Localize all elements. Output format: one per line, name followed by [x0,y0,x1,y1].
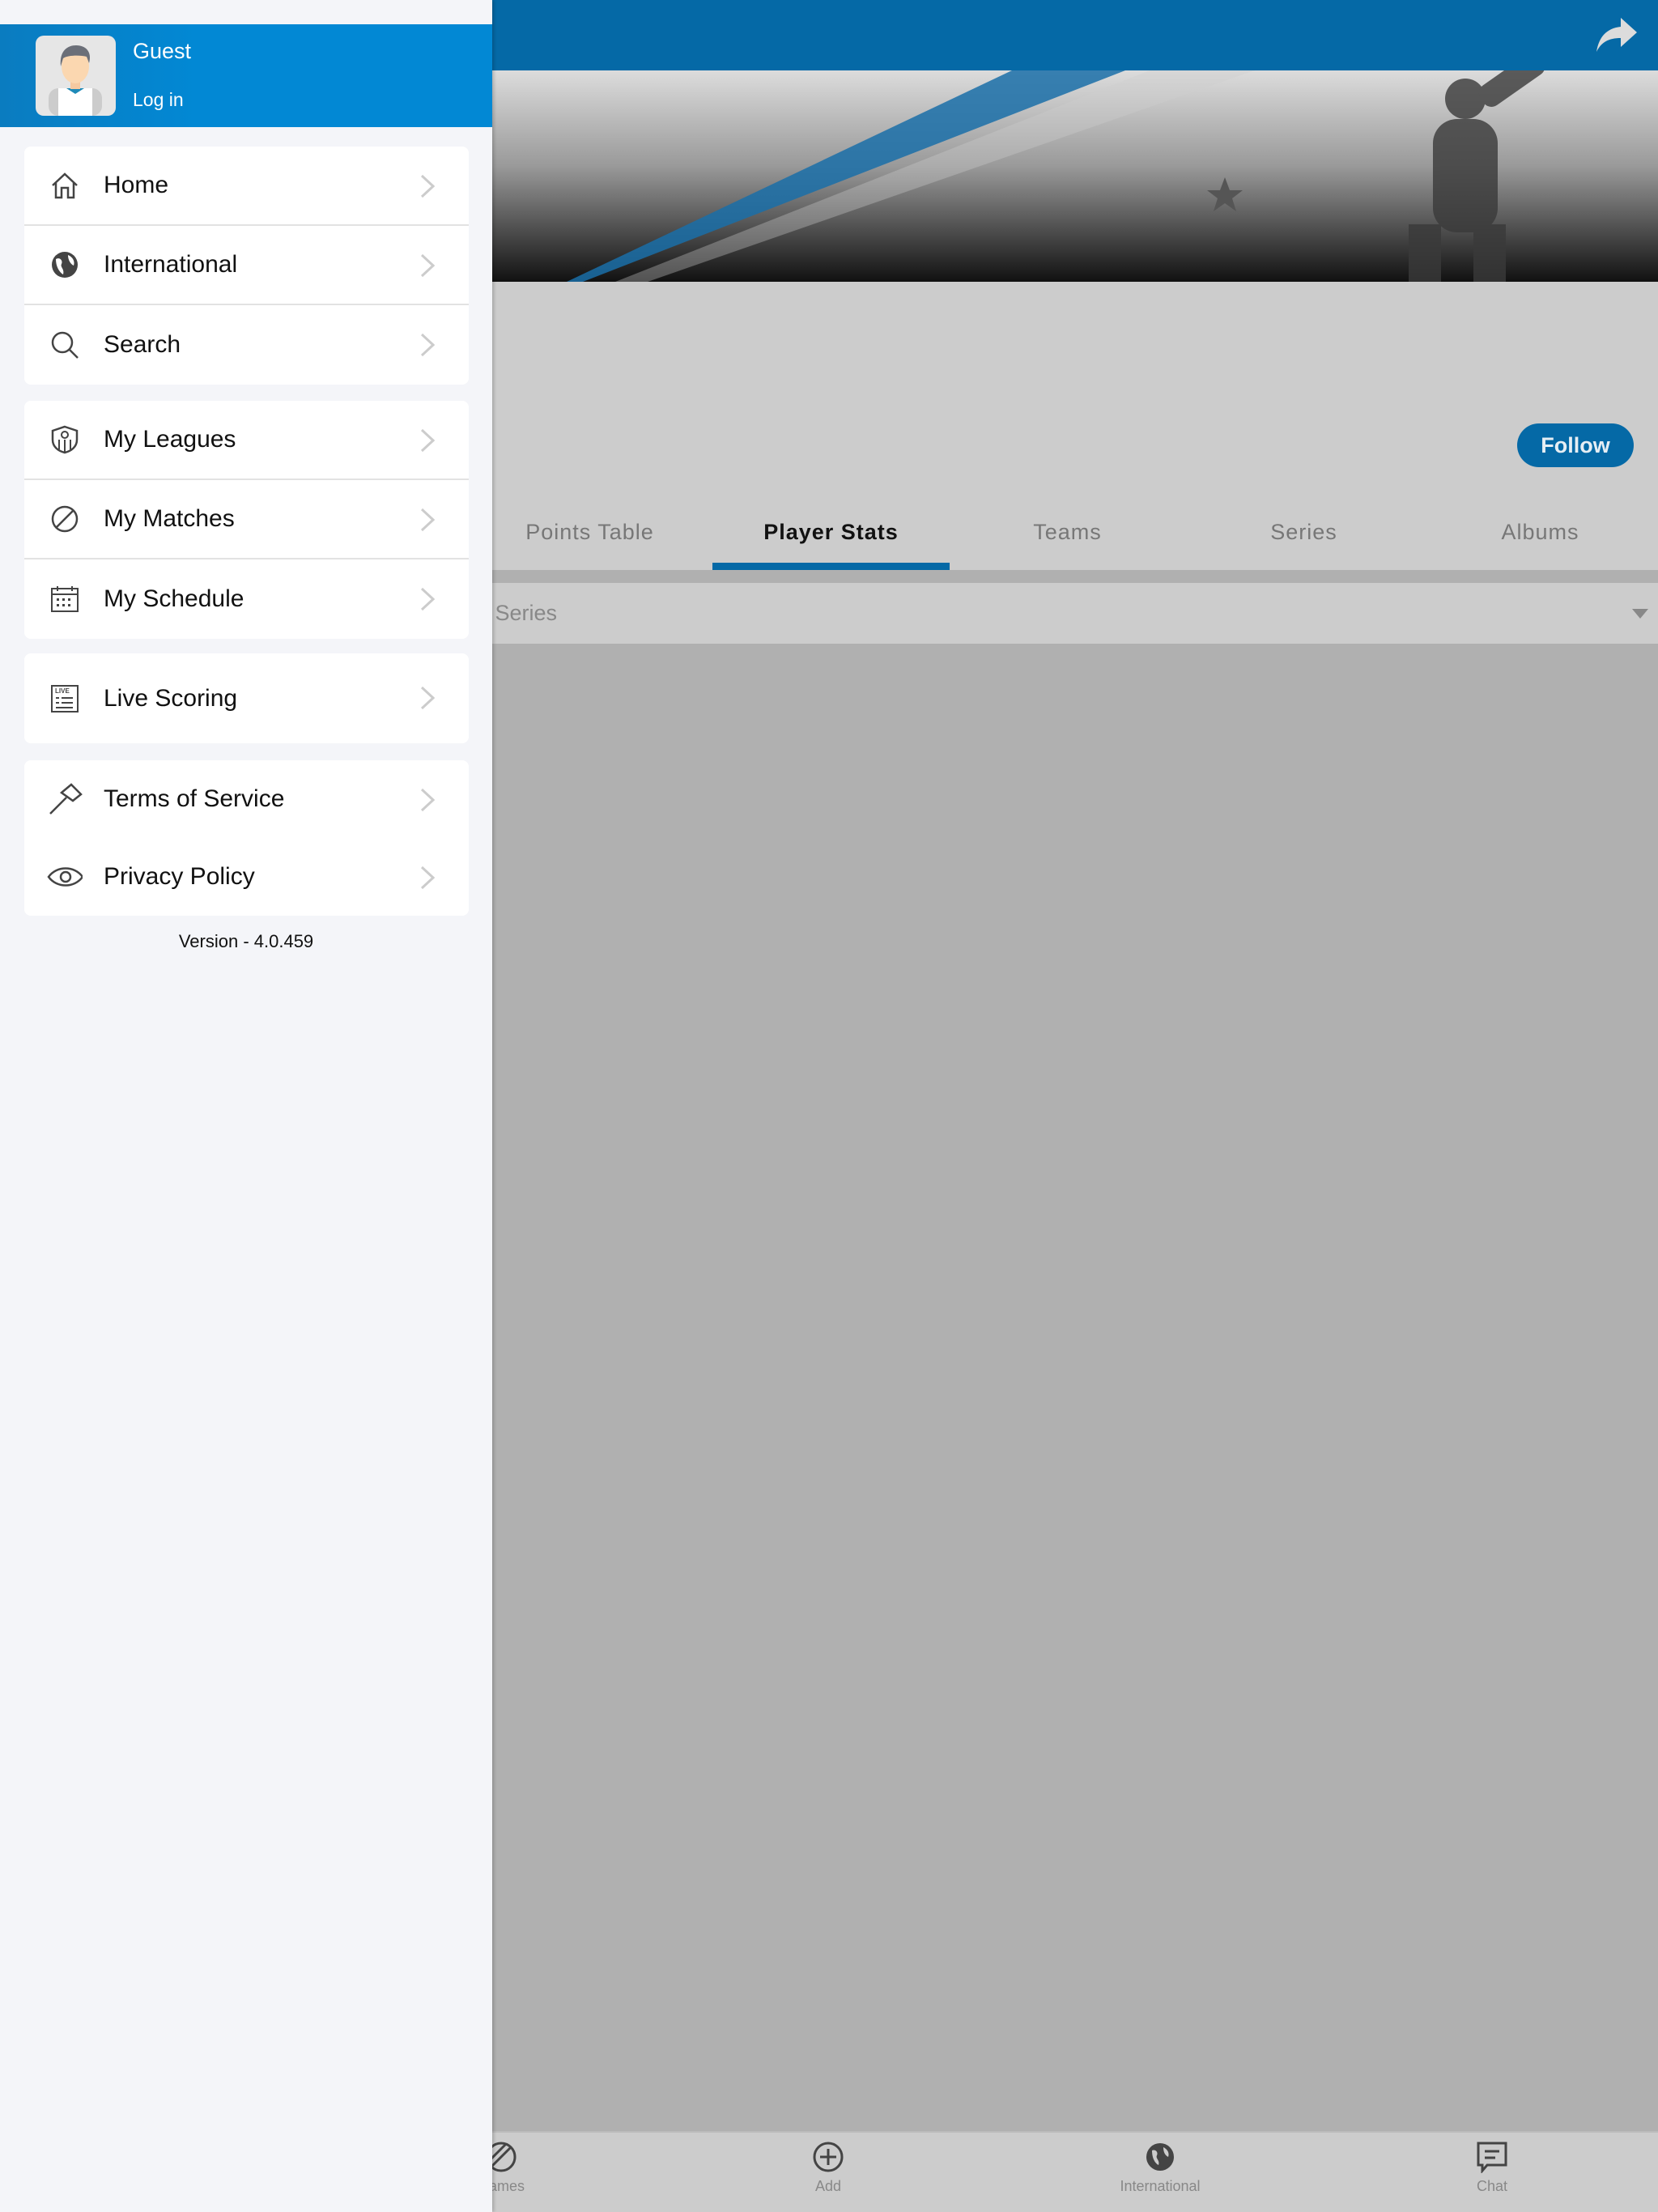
shield-icon [47,422,83,457]
avatar[interactable] [36,36,116,116]
tab-albums[interactable]: Albums [1422,510,1658,570]
menu-item-privacy[interactable]: Privacy Policy [24,838,469,916]
menu-item-search[interactable]: Search [24,305,469,385]
menu-item-home[interactable]: Home [24,147,469,226]
tab-points-table[interactable]: Points Table [471,510,708,570]
dropdown-arrow-icon [1632,609,1648,619]
globe-icon [1146,2143,1174,2171]
chevron-right-icon [420,333,435,357]
version-label: Version - 4.0.459 [178,931,314,951]
menu-item-live-scoring[interactable]: LIVE Live Scoring [24,653,469,743]
tab-series[interactable]: Series [1185,510,1422,570]
live-scoreboard-icon: LIVE [47,681,83,717]
menu-item-international[interactable]: International [24,226,469,305]
login-link[interactable]: Log in [133,89,184,111]
chevron-right-icon [420,587,435,611]
chevron-right-icon [420,428,435,453]
menu-group-main: Home International Search [24,147,469,385]
share-icon[interactable] [1596,18,1637,53]
chevron-right-icon [420,788,435,812]
nav-international[interactable]: International [1079,2141,1241,2195]
chevron-right-icon [420,508,435,532]
menu-item-my-leagues[interactable]: My Leagues [24,401,469,480]
user-name: Guest [133,39,192,63]
add-icon [813,2142,844,2172]
user-header: Guest Log in [0,24,492,127]
menu-group-live: LIVE Live Scoring [24,653,469,743]
menu-item-my-schedule[interactable]: My Schedule [24,559,469,639]
eye-icon [47,859,83,895]
chat-icon [1477,2142,1507,2173]
tab-teams[interactable]: Teams [949,510,1186,570]
tab-player-stats[interactable]: Player Stats [712,510,950,570]
globe-icon [47,247,83,283]
chevron-right-icon [420,253,435,278]
gavel-icon [47,781,83,817]
calendar-icon [47,581,83,617]
menu-item-terms[interactable]: Terms of Service [24,760,469,838]
menu-group-legal: Terms of Service Privacy Policy [24,760,469,916]
chevron-right-icon [420,866,435,890]
menu-item-my-matches[interactable]: My Matches [24,480,469,559]
chevron-right-icon [420,686,435,710]
chevron-right-icon [420,174,435,198]
nav-chat[interactable]: Chat [1411,2141,1573,2195]
navigation-drawer: Guest Log in Home International Search M… [0,0,492,2212]
menu-group-my: My Leagues My Matches My Schedule [24,401,469,639]
nav-add[interactable]: Add [747,2141,909,2195]
home-icon [47,168,83,203]
user-avatar-icon [49,45,102,116]
cricket-ball-icon [47,501,83,537]
follow-button[interactable]: Follow [1517,423,1634,467]
search-icon [47,327,83,363]
svg-text:LIVE: LIVE [55,687,70,695]
